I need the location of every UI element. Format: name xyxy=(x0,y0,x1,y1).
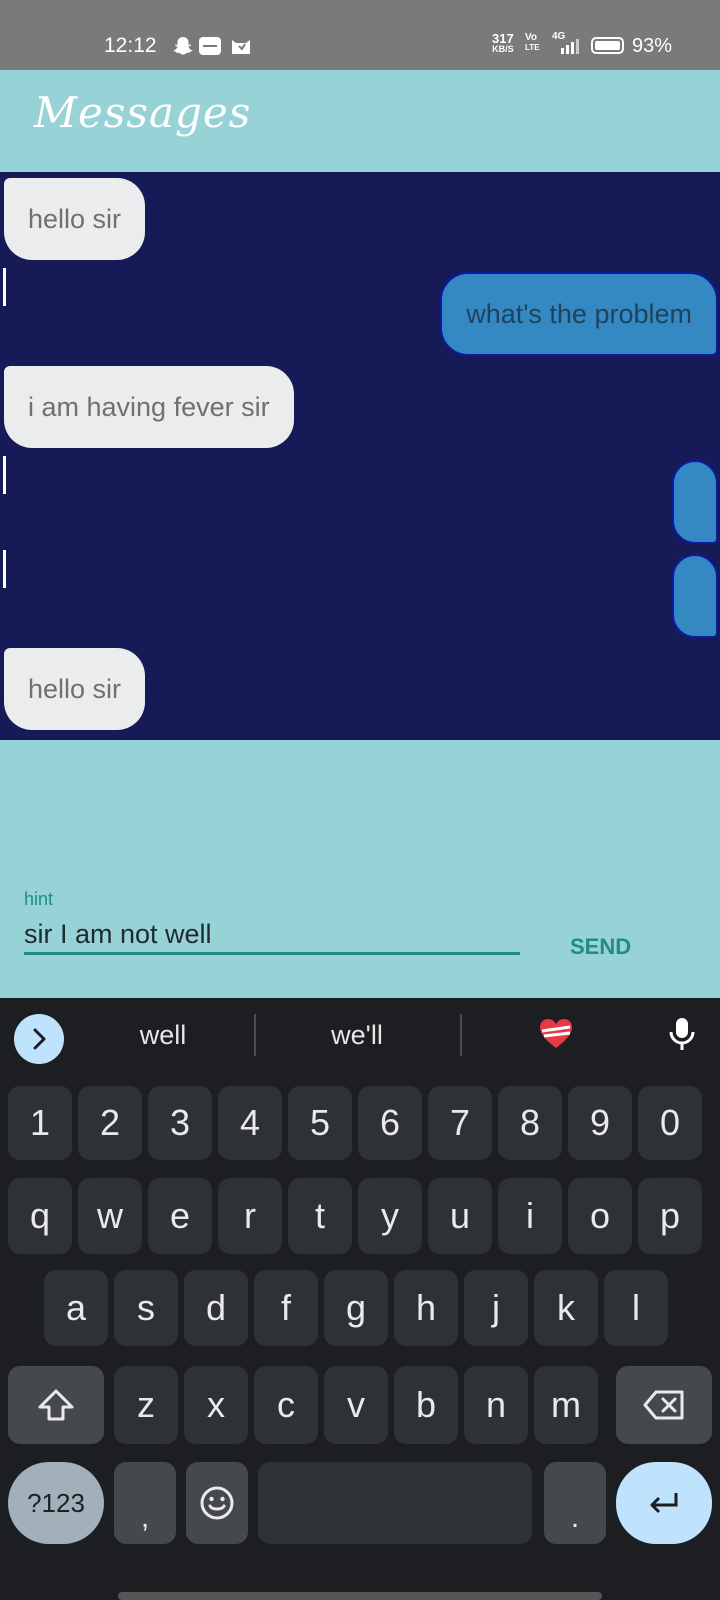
toolbar-expand-button[interactable] xyxy=(14,1014,64,1064)
row_numbers-key-7[interactable]: 7 xyxy=(428,1086,492,1160)
message-text: i am having fever sir xyxy=(28,391,270,422)
message-text: hello sir xyxy=(28,203,122,234)
battery-level: 93% xyxy=(632,35,673,57)
row_bottom-key-z[interactable]: z xyxy=(114,1366,178,1444)
message-bubble-incoming[interactable]: hello sir xyxy=(4,178,146,260)
message-list[interactable]: hello sir what's the problem i am having… xyxy=(0,172,720,740)
row_home-key-l[interactable]: l xyxy=(604,1270,668,1346)
enter-icon xyxy=(650,1493,678,1514)
message-bubble-incoming[interactable]: i am having fever sir xyxy=(4,366,294,448)
emoji-icon xyxy=(200,1486,234,1520)
status-bar: 12:12 317 KB/S Vo LTE 4G 93% xyxy=(0,0,720,70)
suggestion-divider xyxy=(460,1014,462,1056)
row_top-key-p[interactable]: p xyxy=(638,1178,702,1254)
row_top-key-u[interactable]: u xyxy=(428,1178,492,1254)
suggestion-divider xyxy=(254,1014,256,1056)
row_top-key-q[interactable]: q xyxy=(8,1178,72,1254)
snapchat-icon xyxy=(173,37,193,55)
soft-keyboard: well we'll ?123 , . 1234567890 qwertyuiop… xyxy=(0,998,720,1600)
message-bubble-incoming[interactable]: hello sir xyxy=(4,648,146,730)
row_bottom-key-m[interactable]: m xyxy=(534,1366,598,1444)
row_home-key-a[interactable]: a xyxy=(44,1270,108,1346)
row-divider xyxy=(3,550,6,588)
space-key[interactable] xyxy=(258,1462,532,1544)
row_home-key-j[interactable]: j xyxy=(464,1270,528,1346)
row_home-key-d[interactable]: d xyxy=(184,1270,248,1346)
symbols-key[interactable]: ?123 xyxy=(8,1462,104,1544)
backspace-icon xyxy=(643,1390,684,1420)
shift-icon xyxy=(38,1389,74,1421)
heart-emoji-suggestion-icon[interactable] xyxy=(536,1014,576,1054)
message-input[interactable] xyxy=(24,916,520,955)
gesture-navigation-bar[interactable] xyxy=(118,1592,602,1600)
message-bubble-outgoing[interactable]: what's the problem xyxy=(440,272,718,356)
row_numbers-key-2[interactable]: 2 xyxy=(78,1086,142,1160)
suggestion-2[interactable]: we'll xyxy=(331,1020,383,1051)
row_bottom-key-x[interactable]: x xyxy=(184,1366,248,1444)
battery-icon xyxy=(591,37,624,54)
row_top-key-y[interactable]: y xyxy=(358,1178,422,1254)
notification-app-icon xyxy=(199,37,221,55)
row_numbers-key-0[interactable]: 0 xyxy=(638,1086,702,1160)
row_numbers-key-5[interactable]: 5 xyxy=(288,1086,352,1160)
backspace-key[interactable] xyxy=(616,1366,712,1444)
row_numbers-key-8[interactable]: 8 xyxy=(498,1086,562,1160)
emoji-key[interactable] xyxy=(186,1462,248,1544)
page-title: Messages xyxy=(34,88,252,137)
row_bottom-key-b[interactable]: b xyxy=(394,1366,458,1444)
message-text: what's the problem xyxy=(466,298,692,329)
chevron-right-icon xyxy=(33,1028,46,1050)
row_numbers-key-4[interactable]: 4 xyxy=(218,1086,282,1160)
microphone-icon[interactable] xyxy=(666,1014,698,1054)
row_home-key-h[interactable]: h xyxy=(394,1270,458,1346)
row_top-key-t[interactable]: t xyxy=(288,1178,352,1254)
message-bubble-outgoing[interactable] xyxy=(672,554,718,638)
input-hint-label: hint xyxy=(24,889,54,909)
signal-icon xyxy=(561,39,579,54)
row_top-key-e[interactable]: e xyxy=(148,1178,212,1254)
row_home-key-g[interactable]: g xyxy=(324,1270,388,1346)
network-speed: 317 KB/S xyxy=(492,31,514,54)
shift-key[interactable] xyxy=(8,1366,104,1444)
row_numbers-key-3[interactable]: 3 xyxy=(148,1086,212,1160)
row-divider xyxy=(3,268,6,306)
period-key[interactable]: . xyxy=(544,1462,606,1544)
row_top-key-i[interactable]: i xyxy=(498,1178,562,1254)
row-divider xyxy=(3,456,6,494)
message-bubble-outgoing[interactable] xyxy=(672,460,718,544)
row_top-key-o[interactable]: o xyxy=(568,1178,632,1254)
row_bottom-key-c[interactable]: c xyxy=(254,1366,318,1444)
row_top-key-w[interactable]: w xyxy=(78,1178,142,1254)
row_home-key-f[interactable]: f xyxy=(254,1270,318,1346)
row_numbers-key-1[interactable]: 1 xyxy=(8,1086,72,1160)
suggestion-1[interactable]: well xyxy=(140,1020,187,1051)
row_numbers-key-9[interactable]: 9 xyxy=(568,1086,632,1160)
status-time: 12:12 xyxy=(104,34,157,57)
message-text: hello sir xyxy=(28,673,122,704)
row_bottom-key-n[interactable]: n xyxy=(464,1366,528,1444)
row_home-key-k[interactable]: k xyxy=(534,1270,598,1346)
row_bottom-key-v[interactable]: v xyxy=(324,1366,388,1444)
row_top-key-r[interactable]: r xyxy=(218,1178,282,1254)
row_home-key-s[interactable]: s xyxy=(114,1270,178,1346)
row_numbers-key-6[interactable]: 6 xyxy=(358,1086,422,1160)
volte-indicator: Vo LTE xyxy=(525,32,540,53)
comma-key[interactable]: , xyxy=(114,1462,176,1544)
send-button[interactable]: SEND xyxy=(570,934,631,960)
enter-key[interactable] xyxy=(616,1462,712,1544)
cat-app-icon xyxy=(232,40,250,54)
